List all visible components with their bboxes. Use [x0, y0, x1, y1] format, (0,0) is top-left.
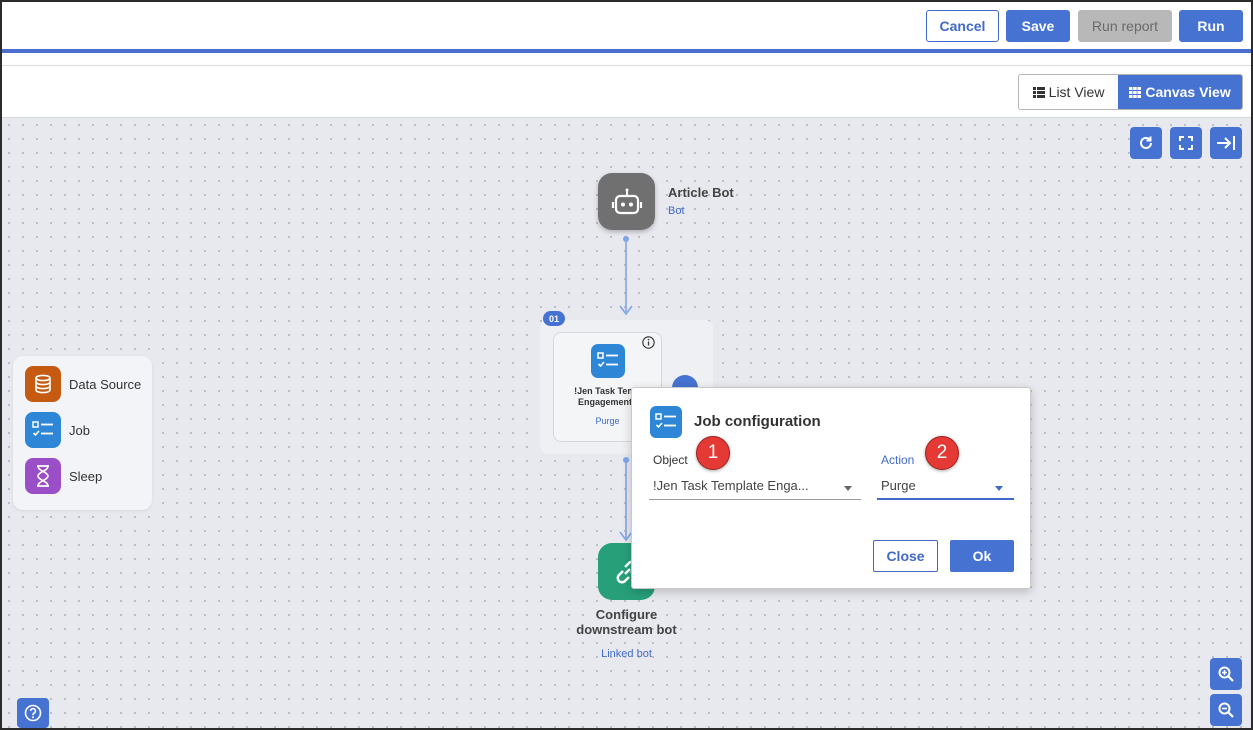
palette-item-job[interactable]: Job [25, 412, 90, 448]
zoom-out-button[interactable] [1210, 694, 1242, 726]
object-label: Object [653, 453, 688, 467]
palette-label: Data Source [69, 376, 142, 392]
list-view-label: List View [1048, 84, 1105, 100]
run-button[interactable]: Run [1179, 10, 1243, 42]
chevron-down-icon [995, 486, 1003, 491]
task-list-icon [650, 406, 682, 438]
grid-icon [1129, 86, 1142, 98]
refresh-button[interactable] [1130, 127, 1162, 159]
object-underline [649, 499, 861, 500]
top-toolbar: Cancel Save Run report Run [2, 2, 1251, 50]
palette-item-data-source[interactable]: Data Source [25, 366, 141, 402]
refresh-icon [1140, 136, 1152, 149]
fullscreen-button[interactable] [1170, 127, 1202, 159]
job-configuration-dialog: Job configuration Object !Jen Task Templ… [631, 387, 1031, 589]
close-button[interactable]: Close [873, 540, 938, 572]
node-palette: Data Source Job Sleep [13, 356, 152, 510]
action-value: Purge [881, 478, 916, 493]
view-switch: List View Canvas View [1018, 74, 1243, 110]
step-badge: 01 [543, 311, 565, 326]
canvas-view-label: Canvas View [1145, 84, 1231, 100]
linked-bot-title: Configure downstream bot [560, 607, 693, 637]
action-select[interactable]: Purge [877, 474, 1014, 500]
header-divider [2, 65, 1251, 66]
palette-item-sleep[interactable]: Sleep [25, 458, 102, 494]
palette-label: Job [69, 422, 90, 438]
hourglass-icon [25, 458, 61, 494]
save-button[interactable]: Save [1006, 10, 1070, 42]
callout-badge-2: 2 [925, 436, 959, 470]
linked-bot-title-line1: Configure [595, 607, 658, 622]
database-icon [25, 366, 61, 402]
help-icon [24, 704, 42, 722]
linked-bot-title-line2: downstream bot [576, 622, 677, 637]
list-view-button[interactable]: List View [1019, 75, 1118, 109]
cancel-button[interactable]: Cancel [926, 10, 999, 42]
object-value: !Jen Task Template Enga... [653, 478, 809, 493]
bot-node[interactable] [598, 173, 655, 230]
bot-node-title: Article Bot [668, 185, 734, 200]
zoom-in-icon [1218, 666, 1234, 682]
list-icon [1032, 86, 1045, 98]
callout-badge-1: 1 [696, 436, 730, 470]
collapse-panel-button[interactable] [1210, 127, 1242, 159]
ok-button[interactable]: Ok [950, 540, 1014, 572]
zoom-in-button[interactable] [1210, 658, 1242, 690]
linked-bot-type: Linked bot [601, 648, 652, 660]
palette-label: Sleep [69, 468, 103, 484]
chevron-down-icon [844, 486, 852, 491]
arrow-to-right-icon [1217, 136, 1235, 150]
toolbar-divider [2, 49, 1251, 53]
canvas-view-button[interactable]: Canvas View [1118, 75, 1242, 109]
task-list-icon [25, 412, 61, 448]
help-button[interactable] [17, 698, 49, 728]
bot-node-type: Bot [668, 205, 685, 217]
robot-icon [611, 188, 642, 214]
info-icon[interactable] [642, 336, 655, 349]
run-report-button[interactable]: Run report [1078, 10, 1172, 42]
dialog-title: Job configuration [694, 413, 821, 430]
action-label: Action [881, 453, 915, 467]
task-list-icon [591, 344, 625, 378]
object-select[interactable]: !Jen Task Template Enga... [649, 474, 861, 500]
expand-icon [1179, 136, 1193, 150]
action-underline [877, 498, 1014, 500]
zoom-out-icon [1218, 702, 1234, 718]
